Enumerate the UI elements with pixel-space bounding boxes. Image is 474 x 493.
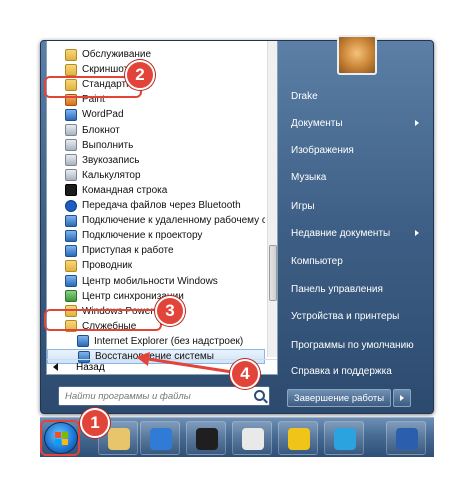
step-badge-2: 2: [125, 60, 155, 90]
red-arrow-icon: [136, 352, 233, 374]
step-badge-3: 3: [155, 296, 185, 326]
step-badge-1: 1: [80, 408, 110, 438]
step-badge-4: 4: [230, 359, 260, 389]
